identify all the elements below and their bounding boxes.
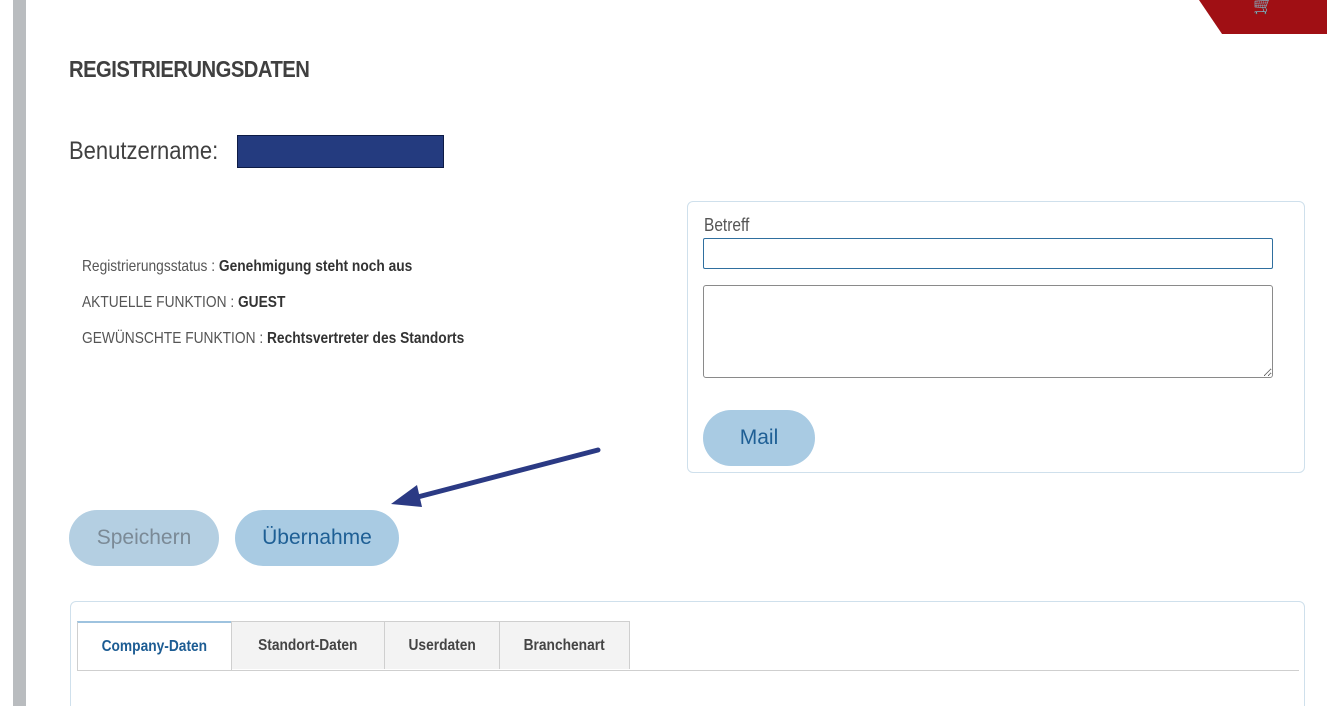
current-function-label: AKTUELLE FUNKTION : [82, 294, 238, 311]
takeover-button[interactable]: Übernahme [235, 510, 399, 566]
desired-function-line: GEWÜNSCHTE FUNKTION : Rechtsvertreter de… [82, 321, 464, 357]
mail-panel: Betreff Mail [687, 201, 1305, 473]
annotation-arrow-shaft [407, 447, 601, 502]
registration-status-line: Registrierungsstatus : Genehmigung steht… [82, 249, 464, 285]
registration-page: 🛒 REGISTRIERUNGSDATEN Benutzername: Regi… [0, 0, 1327, 706]
annotation-arrow-head [391, 485, 422, 507]
tab-userdaten-label: Userdaten [408, 636, 476, 654]
tab-company-daten[interactable]: Company-Daten [77, 621, 232, 670]
mail-button[interactable]: Mail [703, 410, 815, 466]
username-label: Benutzername: [69, 137, 219, 165]
current-function-value: GUEST [237, 294, 286, 311]
username-row: Benutzername: [69, 135, 444, 168]
tab-userdaten[interactable]: Userdaten [384, 621, 500, 669]
registration-status-label: Registrierungsstatus : [82, 258, 219, 275]
tab-standort-daten[interactable]: Standort-Daten [231, 621, 385, 669]
tab-branchenart[interactable]: Branchenart [499, 621, 630, 669]
data-tabs-panel: Company-Daten Standort-Daten Userdaten B… [70, 601, 1305, 706]
shopping-cart-icon[interactable]: 🛒 [1253, 0, 1273, 15]
tab-standort-daten-label: Standort-Daten [258, 636, 358, 654]
desired-function-label: GEWÜNSCHTE FUNKTION : [82, 330, 267, 347]
tab-bar: Company-Daten Standort-Daten Userdaten B… [77, 621, 1299, 671]
subject-label: Betreff [704, 215, 750, 235]
left-scroll-rail [13, 0, 26, 706]
username-redacted-value [237, 135, 444, 168]
subject-input[interactable] [703, 238, 1273, 269]
desired-function-value: Rechtsvertreter des Standorts [266, 330, 465, 347]
tab-branchenart-label: Branchenart [523, 636, 606, 654]
message-textarea[interactable] [703, 285, 1273, 378]
save-button[interactable]: Speichern [69, 510, 219, 566]
registration-status-block: Registrierungsstatus : Genehmigung steht… [82, 249, 527, 357]
page-title: REGISTRIERUNGSDATEN [69, 56, 310, 82]
cart-corner-button[interactable]: 🛒 [1199, 0, 1327, 34]
tab-company-daten-label: Company-Daten [101, 637, 208, 655]
registration-status-value: Genehmigung steht noch aus [218, 258, 413, 275]
current-function-line: AKTUELLE FUNKTION : GUEST [82, 285, 464, 321]
